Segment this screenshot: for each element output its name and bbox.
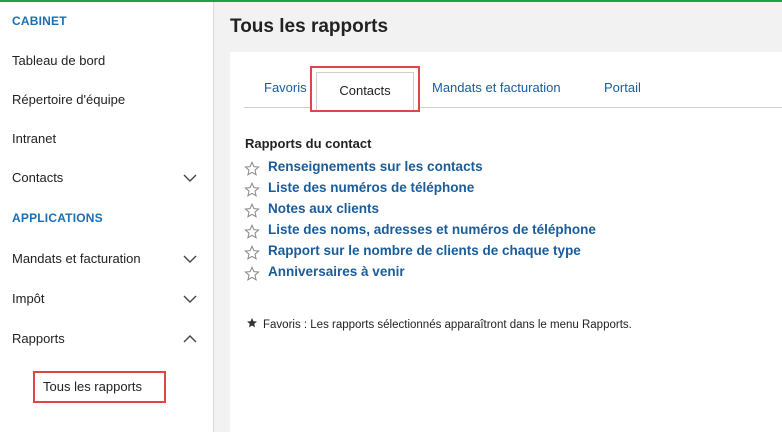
star-outline-icon[interactable] xyxy=(244,182,260,198)
reports-heading: Rapports du contact xyxy=(245,136,372,151)
sidebar: CABINET Tableau de bord Répertoire d'équ… xyxy=(0,2,214,432)
report-link[interactable]: Rapport sur le nombre de clients de chaq… xyxy=(268,243,581,258)
tab-contacts-highlight: Contacts xyxy=(310,66,420,112)
sidebar-item-label: Mandats et facturation xyxy=(12,251,141,266)
tab-favoris[interactable]: Favoris xyxy=(264,69,307,107)
sidebar-item-repertoire[interactable]: Répertoire d'équipe xyxy=(0,88,213,112)
sidebar-subitem-label: Tous les rapports xyxy=(43,379,142,394)
list-item: Rapport sur le nombre de clients de chaq… xyxy=(244,242,664,262)
tab-contacts[interactable]: Contacts xyxy=(316,72,414,110)
star-outline-icon[interactable] xyxy=(244,161,260,177)
sidebar-item-impot[interactable]: Impôt xyxy=(0,287,213,311)
tab-portail[interactable]: Portail xyxy=(604,69,641,107)
star-outline-icon[interactable] xyxy=(244,245,260,261)
sidebar-item-label: Répertoire d'équipe xyxy=(12,92,126,107)
report-link[interactable]: Anniversaires à venir xyxy=(268,264,405,279)
sidebar-item-intranet[interactable]: Intranet xyxy=(0,127,213,151)
list-item: Renseignements sur les contacts xyxy=(244,158,664,178)
sidebar-item-label: Intranet xyxy=(12,131,57,146)
sidebar-item-mandats[interactable]: Mandats et facturation xyxy=(0,247,213,271)
reports-panel: Favoris Mandats et facturation Portail C… xyxy=(230,52,782,432)
report-link[interactable]: Renseignements sur les contacts xyxy=(268,159,483,174)
chevron-down-icon[interactable] xyxy=(183,292,197,306)
chevron-up-icon[interactable] xyxy=(183,332,197,346)
star-filled-icon xyxy=(247,317,257,328)
sidebar-item-contacts[interactable]: Contacts xyxy=(0,166,213,190)
sidebar-section-applications: APPLICATIONS xyxy=(12,211,103,225)
list-item: Notes aux clients xyxy=(244,200,664,220)
chevron-down-icon[interactable] xyxy=(183,171,197,185)
sidebar-section-cabinet: CABINET xyxy=(12,14,67,28)
chevron-down-icon[interactable] xyxy=(183,252,197,266)
star-outline-icon[interactable] xyxy=(244,266,260,282)
report-link[interactable]: Notes aux clients xyxy=(268,201,379,216)
favorites-footnote: Favoris : Les rapports sélectionnés appa… xyxy=(246,317,632,331)
report-link[interactable]: Liste des numéros de téléphone xyxy=(268,180,474,195)
star-outline-icon[interactable] xyxy=(244,203,260,219)
page-title: Tous les rapports xyxy=(230,16,389,37)
sidebar-item-tableau-de-bord[interactable]: Tableau de bord xyxy=(0,49,213,73)
list-item: Anniversaires à venir xyxy=(244,263,664,283)
star-outline-icon[interactable] xyxy=(244,224,260,240)
sidebar-item-rapports[interactable]: Rapports xyxy=(0,327,213,351)
sidebar-item-label: Tableau de bord xyxy=(12,53,106,68)
list-item: Liste des noms, adresses et numéros de t… xyxy=(244,221,664,241)
sidebar-item-label: Rapports xyxy=(12,331,65,346)
footnote-text: Favoris : Les rapports sélectionnés appa… xyxy=(263,319,632,331)
list-item: Liste des numéros de téléphone xyxy=(244,179,664,199)
tab-mandats-et-facturation[interactable]: Mandats et facturation xyxy=(432,69,561,107)
sidebar-subitem-tous-les-rapports[interactable]: Tous les rapports xyxy=(33,371,166,403)
report-link[interactable]: Liste des noms, adresses et numéros de t… xyxy=(268,222,596,237)
sidebar-item-label: Contacts xyxy=(12,170,64,185)
sidebar-item-label: Impôt xyxy=(12,291,45,306)
